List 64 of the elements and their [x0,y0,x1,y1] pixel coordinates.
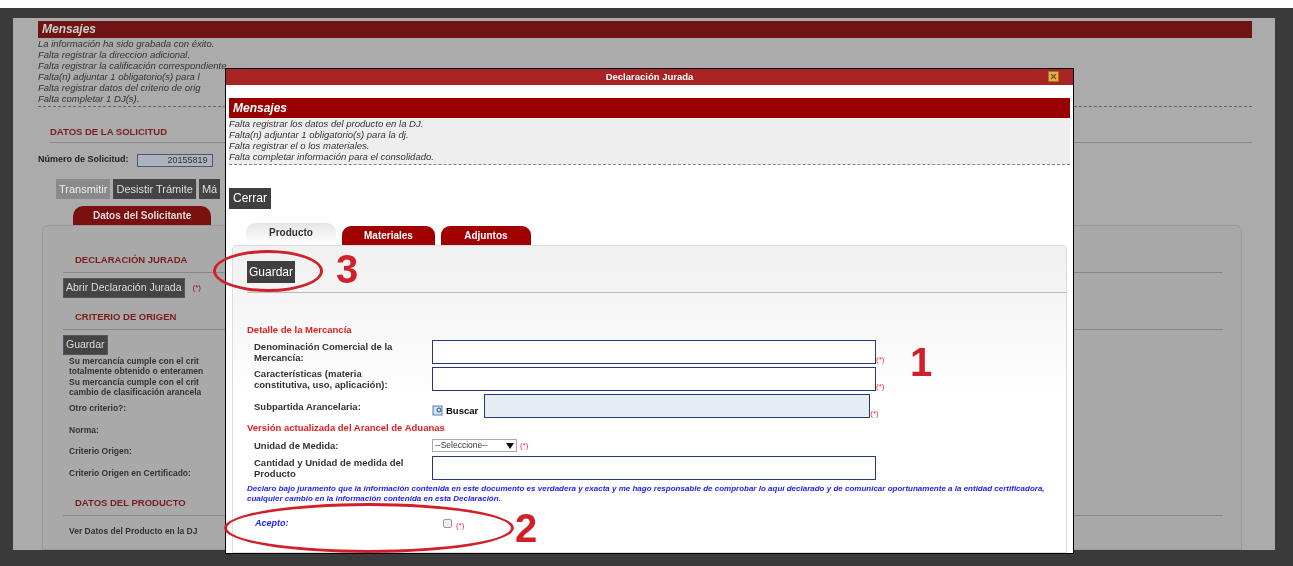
dropdown-arrow-icon [506,442,514,449]
section-heading: Detalle de la Mercancía [247,323,352,337]
message-text: Falta registrar la calificación correspondiente [38,60,227,71]
field-label: Características (materia constitutiva, uso, aplicación): [254,368,389,391]
required-mark: (*) [456,520,465,533]
criterion-text: Su mercancía cumple con el crit totalmente obtenido o enteramen [69,355,204,376]
annotation-number: 3 [336,247,359,291]
section-heading: DECLARACIÓN JURADA [75,253,188,265]
message-text: Falta completar 1 DJ(s). [38,93,140,104]
field-label: Denominación Comercial de la Mercancía: [254,341,394,364]
message-text: Falta registrar la direccion adicional. [38,49,191,60]
search-link[interactable]: Buscar [446,404,479,419]
message-text: Falta registrar datos del criterio de orig [38,82,201,93]
required-mark: (*) [876,381,885,394]
section-heading: DATOS DE LA SOLICITUD [50,125,167,139]
annotation-number: 2 [515,506,538,550]
required-mark: (*) [520,439,529,452]
annotation-number: 1 [910,340,933,384]
action-button[interactable]: Desistir Trámite [113,178,196,199]
message-text: Falta registrar los datos del producto en la DJ. [229,118,424,129]
message-text: Falta(n) adjuntar 1 obligatorio(s) para la dj. [229,129,409,140]
section-heading: DATOS DEL PRODUCTO [75,496,186,508]
field-label: Otro criterio?: [69,401,127,415]
tab[interactable]: Adjuntos [440,226,531,245]
save-button[interactable]: Guardar [247,261,296,283]
field-label: Norma: [69,423,99,437]
messages-title-bar: Mensajes [229,98,1070,118]
field-label: Número de Solicitud: [38,153,129,167]
action-button[interactable]: Má [198,178,221,199]
required-mark: (*) [192,281,201,294]
field-label: Ver Datos del Producto en la DJ [69,524,198,538]
request-number-field[interactable]: 20155819 [136,153,213,167]
required-mark: (*) [870,408,879,421]
unit-select[interactable]: --Seleccione-- [432,439,517,453]
action-button[interactable]: Guardar [63,334,108,355]
field-label: Criterio Origen: [69,445,132,458]
text-area[interactable] [432,455,876,480]
messages-title-bar: Mensajes [38,21,1252,38]
field-label: Criterio Origen en Certificado: [69,467,191,480]
message-text: Falta completar información para el consolidado. [229,151,434,162]
accept-checkbox[interactable] [443,519,452,528]
required-mark: (*) [876,354,885,367]
message-text: Falta registrar el o los materiales. [229,140,370,151]
message-text: La información ha sido grabada con éxito. [38,38,215,49]
dialog-title: Declaración Jurada [605,69,694,84]
search-icon[interactable] [432,404,444,417]
text-area[interactable] [432,367,876,392]
tab[interactable]: Producto [246,223,336,245]
checkbox-label: Acepto: [255,516,290,530]
close-button[interactable]: Cerrar [229,187,271,209]
action-button[interactable]: Abrir Declaración Jurada [63,277,185,298]
close-icon[interactable] [1048,71,1059,82]
declaration-text: Declaro bajo juramento que la información contenida en este documento es verdadera y exacta y me hago responsable de comprobar lo aquí declarado y de comunicar oportunamente a la entidad certificadora, cualquier cambio en la información contenida en esta Declaración. [247,483,1046,504]
field-label: Cantidad y Unidad de medida del Producto [254,456,405,479]
text-area[interactable] [432,340,876,365]
message-text: Falta(n) adjuntar 1 obligatorio(s) para l [38,71,200,82]
section-heading: CRITERIO DE ORIGEN [75,310,177,322]
text-area[interactable] [484,394,871,419]
tab[interactable]: Datos del Solicitante [73,205,212,225]
section-heading: Versión actualizada del Arancel de Aduanas [247,421,445,436]
criterion-text: Su mercancía cumple con el crit cambio de clasificación arancela [69,376,202,397]
tab[interactable]: Materiales [342,226,435,245]
field-label: Subpartida Arancelaria: [254,400,362,412]
field-label: Unidad de Medida: [254,438,340,453]
